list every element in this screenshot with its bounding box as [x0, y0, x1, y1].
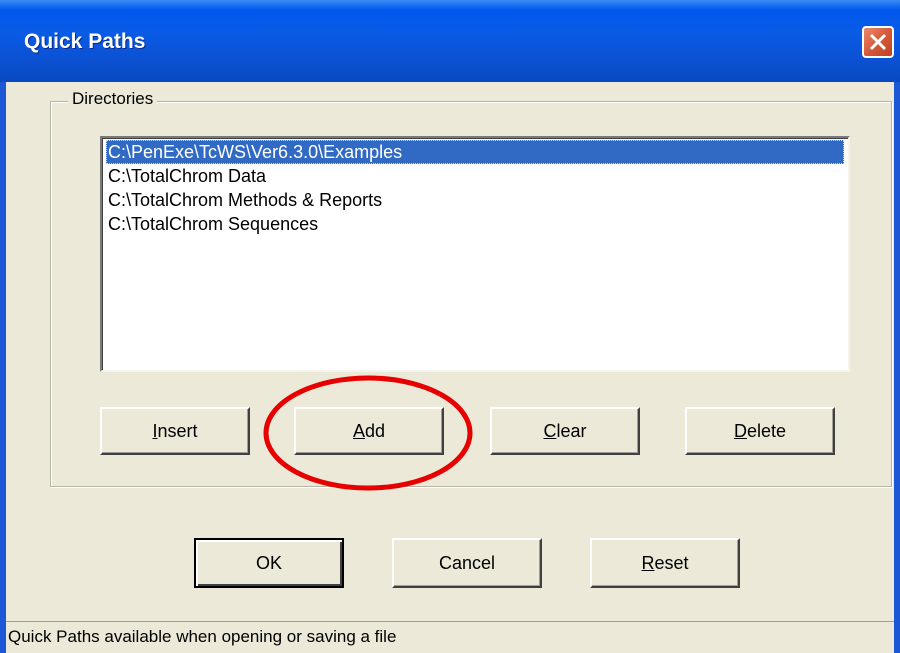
ok-button[interactable]: OK [194, 538, 344, 588]
list-item[interactable]: C:\TotalChrom Sequences [106, 212, 844, 236]
cancel-button[interactable]: Cancel [392, 538, 542, 588]
add-button-label: Add [352, 421, 386, 441]
insert-button[interactable]: Insert [100, 407, 250, 455]
directories-list[interactable]: C:\PenExe\TcWS\Ver6.3.0\Examples C:\Total… [100, 136, 850, 372]
cancel-button-label: Cancel [438, 553, 496, 573]
add-button[interactable]: Add [294, 407, 444, 455]
quick-paths-dialog: Quick Paths Directories C:\PenExe\TcWS\V… [0, 0, 900, 653]
list-item[interactable]: C:\TotalChrom Data [106, 164, 844, 188]
ok-button-label: OK [255, 553, 282, 573]
list-item[interactable]: C:\TotalChrom Methods & Reports [106, 188, 844, 212]
title-bar[interactable]: Quick Paths [0, 0, 900, 82]
delete-button-label: Delete [733, 421, 787, 441]
list-item[interactable]: C:\PenExe\TcWS\Ver6.3.0\Examples [106, 140, 844, 164]
window-title: Quick Paths [24, 30, 146, 53]
clear-button-label: Clear [543, 421, 587, 441]
reset-button-label: Reset [641, 553, 689, 573]
status-bar: Quick Paths available when opening or sa… [6, 621, 894, 653]
clear-button[interactable]: Clear [490, 407, 640, 455]
close-button[interactable] [862, 26, 894, 58]
status-text: Quick Paths available when opening or sa… [8, 627, 397, 646]
directories-legend: Directories [68, 89, 158, 109]
reset-button[interactable]: Reset [590, 538, 740, 588]
insert-button-label: Insert [152, 421, 198, 441]
delete-button[interactable]: Delete [685, 407, 835, 455]
close-icon [869, 33, 887, 51]
